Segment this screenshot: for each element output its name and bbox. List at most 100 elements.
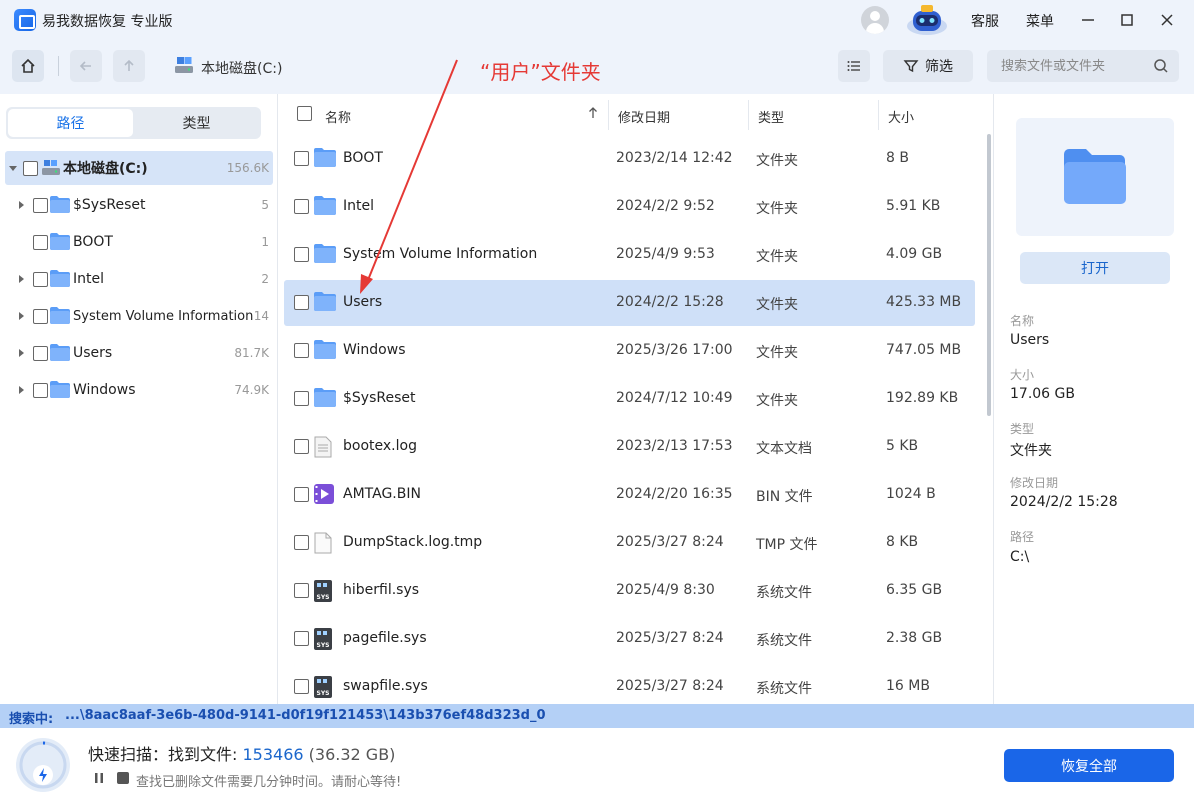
search-icon[interactable] [1153,58,1169,74]
folder-icon [50,233,70,250]
file-name: DumpStack.log.tmp [343,534,483,550]
user-avatar[interactable] [861,6,889,34]
table-row[interactable]: $SysReset 2024/7/12 10:49 文件夹 192.89 KB [284,376,975,422]
tab-path[interactable]: 路径 [8,109,133,137]
folder-icon [50,344,70,361]
select-all-checkbox[interactable] [297,106,312,121]
table-row[interactable]: Users 2024/2/2 15:28 文件夹 425.33 MB [284,280,975,326]
table-row[interactable]: SYS pagefile.sys 2025/3/27 8:24 系统文件 2.38 GB [284,616,975,662]
tree-item-users[interactable]: Users 81.7K [5,336,273,370]
breadcrumb[interactable]: 本地磁盘(C:) [201,58,282,78]
checkbox[interactable] [33,345,48,361]
file-size: 192.89 KB [886,390,959,406]
tree-item-boot[interactable]: BOOT 1 [5,225,273,259]
column-header-size[interactable]: 大小 [888,107,914,126]
chevron-right-icon[interactable] [19,275,24,283]
column-header-name[interactable]: 名称 [325,107,351,126]
back-button[interactable] [70,50,102,82]
chevron-down-icon[interactable] [9,165,17,171]
table-row[interactable]: System Volume Information 2025/4/9 9:53 文件… [284,232,975,278]
home-button[interactable] [12,50,44,82]
column-header-type[interactable]: 类型 [758,107,784,126]
file-size: 1024 B [886,486,936,502]
close-icon[interactable] [1155,8,1179,32]
checkbox[interactable] [294,247,309,262]
checkbox[interactable] [33,234,48,250]
tree-item-label: $SysReset [73,197,146,213]
table-row[interactable]: Intel 2024/2/2 9:52 文件夹 5.91 KB [284,184,975,230]
checkbox[interactable] [33,197,48,213]
checkbox[interactable] [33,382,48,398]
assistant-robot-icon[interactable] [905,2,949,36]
folder-icon [50,381,70,398]
tree-item-sysreset[interactable]: $SysReset 5 [5,188,273,222]
tree-item-intel[interactable]: Intel 2 [5,262,273,296]
table-row[interactable]: AMTAG.BIN 2024/2/20 16:35 BIN 文件 1024 B [284,472,975,518]
tab-type[interactable]: 类型 [134,109,259,137]
recover-all-button[interactable]: 恢复全部 [1004,749,1174,782]
menu-link[interactable]: 菜单 [1026,11,1054,31]
chevron-right-icon[interactable] [19,312,24,320]
svg-text:SYS: SYS [317,642,330,649]
checkbox[interactable] [294,679,309,694]
tree-item-label: System Volume Information [73,308,254,324]
file-name: swapfile.sys [343,678,428,694]
file-type: BIN 文件 [756,489,813,505]
checkbox[interactable] [294,199,309,214]
table-row[interactable]: SYS hiberfil.sys 2025/4/9 8:30 系统文件 6.35 GB [284,568,975,614]
stop-icon[interactable] [117,772,129,784]
file-size: 747.05 MB [886,342,962,358]
file-name: bootex.log [343,438,417,454]
column-divider [748,100,749,130]
table-row[interactable]: DumpStack.log.tmp 2025/3/27 8:24 TMP 文件 8 K… [284,520,975,566]
tree-item-drive[interactable]: 本地磁盘(C:) 156.6K [5,151,273,185]
chevron-right-icon[interactable] [19,386,24,394]
checkbox[interactable] [294,439,309,454]
column-header-date[interactable]: 修改日期 [618,107,670,126]
checkbox[interactable] [294,535,309,550]
table-row[interactable]: BOOT 2023/2/14 12:42 文件夹 8 B [284,136,975,182]
chevron-right-icon[interactable] [19,201,24,209]
checkbox[interactable] [294,487,309,502]
file-size: 425.33 MB [886,294,962,310]
file-date: 2025/3/26 17:00 [616,342,733,358]
file-type: TMP 文件 [756,537,818,553]
minimize-icon[interactable] [1076,8,1100,32]
tree-item-system-volume-information[interactable]: System Volume Information 14 [5,299,273,333]
folder-icon [314,196,336,219]
checkbox[interactable] [294,583,309,598]
checkbox[interactable] [294,631,309,646]
app-logo-icon [14,9,36,31]
filter-label: 筛选 [925,59,953,75]
file-name: System Volume Information [343,246,538,262]
file-date: 2024/2/2 9:52 [616,198,715,214]
checkbox[interactable] [294,295,309,310]
sort-ascending-icon[interactable] [588,107,598,119]
search-box [987,50,1179,82]
checkbox[interactable] [294,151,309,166]
checkbox[interactable] [294,343,309,358]
list-view-button[interactable] [838,50,870,82]
file-type: 系统文件 [756,633,812,649]
checkbox[interactable] [23,160,38,176]
status-label: 搜索中: [9,712,54,727]
chevron-right-icon[interactable] [19,349,24,357]
filter-button[interactable]: 筛选 [883,50,973,82]
app-title: 易我数据恢复 专业版 [42,14,173,30]
search-input[interactable] [987,50,1137,82]
tree-item-label: BOOT [73,234,113,250]
maximize-icon[interactable] [1115,8,1139,32]
checkbox[interactable] [294,391,309,406]
folder-icon [50,196,70,213]
file-list-header: 名称 修改日期 类型 大小 [278,94,993,136]
table-row[interactable]: bootex.log 2023/2/13 17:53 文本文档 5 KB [284,424,975,470]
support-link[interactable]: 客服 [971,11,999,31]
pause-icon[interactable] [93,772,105,784]
tree-item-windows[interactable]: Windows 74.9K [5,373,273,407]
checkbox[interactable] [33,308,48,324]
up-button[interactable] [113,50,145,82]
open-button[interactable]: 打开 [1020,252,1170,284]
checkbox[interactable] [33,271,48,287]
scrollbar[interactable] [987,134,991,416]
table-row[interactable]: Windows 2025/3/26 17:00 文件夹 747.05 MB [284,328,975,374]
